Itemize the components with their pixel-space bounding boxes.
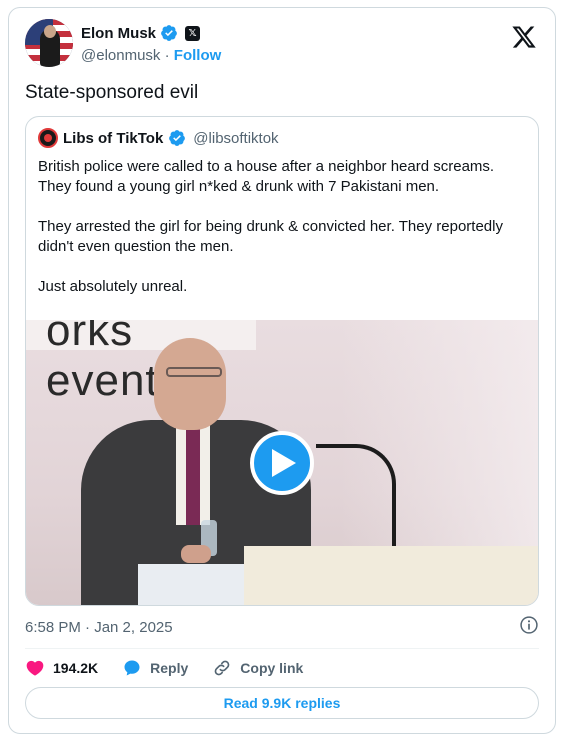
lectern <box>244 546 538 605</box>
x-logo-icon[interactable] <box>511 24 537 50</box>
quoted-paragraph: Just absolutely unreal. <box>38 278 188 295</box>
author-name-row: Elon Musk 𝕏 <box>81 24 201 42</box>
speaker-hand <box>181 545 211 563</box>
copy-link-button[interactable]: Copy link <box>212 658 303 678</box>
verified-badge-icon <box>161 25 177 41</box>
microphone <box>316 444 396 554</box>
quoted-author-avatar <box>38 128 58 148</box>
reply-bubble-icon <box>124 660 140 676</box>
quoted-author-name: Libs of TikTok <box>63 129 164 147</box>
divider <box>25 648 539 649</box>
speaker-tie <box>186 420 200 525</box>
verified-badge-icon <box>169 130 186 146</box>
tweet-text: State-sponsored evil <box>25 82 199 103</box>
lectern-side <box>138 564 244 605</box>
quoted-tweet-header: Libs of TikTok @libsoftiktok <box>38 128 279 148</box>
read-replies-button[interactable]: Read 9.9K replies <box>25 687 539 719</box>
author-handle[interactable]: @elonmusk <box>81 47 160 64</box>
speaker-head <box>154 338 226 430</box>
quoted-paragraph: British police were called to a house af… <box>38 158 495 195</box>
action-bar: 194.2K Reply Copy link <box>25 656 327 680</box>
avatar-head <box>44 25 56 38</box>
speaker-glasses <box>166 367 222 377</box>
quoted-tweet-body: British police were called to a house af… <box>38 157 530 317</box>
author-avatar[interactable] <box>25 19 73 67</box>
quoted-paragraph: They arrested the girl for being drunk &… <box>38 218 503 255</box>
link-icon <box>214 660 230 676</box>
play-icon <box>272 449 296 477</box>
handle-separator: · <box>160 47 174 64</box>
author-handle-row: @elonmusk · Follow <box>81 47 221 64</box>
quoted-author-handle: @libsoftiktok <box>193 129 279 147</box>
follow-button[interactable]: Follow <box>174 47 222 64</box>
tweet-timestamp[interactable]: 6:58 PM · Jan 2, 2025 <box>25 619 173 636</box>
x-affiliate-icon: 𝕏 <box>185 25 201 41</box>
like-button[interactable]: 194.2K <box>25 658 98 678</box>
reply-button[interactable]: Reply <box>122 658 188 678</box>
tweet-embed-card: Elon Musk 𝕏 @elonmusk · Follow State-spo… <box>8 7 556 734</box>
event-banner: orks event <box>26 320 256 405</box>
heart-icon <box>26 660 44 676</box>
reply-label: Reply <box>150 660 189 676</box>
tweet-header: Elon Musk 𝕏 @elonmusk · Follow <box>25 18 539 70</box>
quoted-tweet[interactable]: Libs of TikTok @libsoftiktok British pol… <box>25 116 539 606</box>
like-count: 194.2K <box>53 660 99 676</box>
info-icon[interactable] <box>519 615 539 635</box>
author-name[interactable]: Elon Musk <box>81 25 156 42</box>
video-player[interactable]: orks event <box>26 320 538 605</box>
play-button[interactable] <box>250 431 314 495</box>
copy-link-label: Copy link <box>240 660 304 676</box>
